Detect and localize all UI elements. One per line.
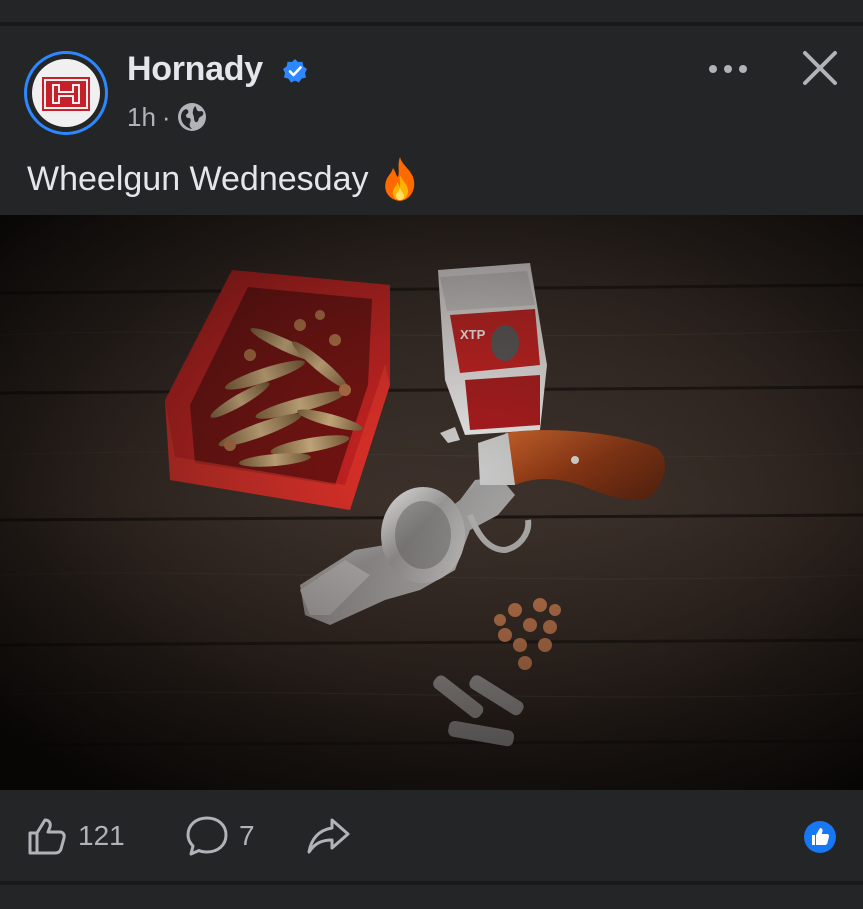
like-icon bbox=[28, 818, 66, 855]
like-reaction-icon[interactable] bbox=[803, 820, 837, 854]
avatar[interactable] bbox=[24, 51, 108, 135]
post-meta: 1h · bbox=[127, 100, 207, 134]
post-actions: 121 7 bbox=[0, 810, 863, 866]
post-text: Wheelgun Wednesday bbox=[27, 155, 420, 203]
more-options-icon[interactable] bbox=[705, 58, 751, 80]
post-timestamp[interactable]: 1h bbox=[127, 102, 156, 133]
hornady-logo bbox=[32, 59, 100, 127]
comment-button[interactable]: 7 bbox=[185, 815, 255, 857]
share-button[interactable] bbox=[306, 816, 350, 856]
post-photo[interactable]: XTP bbox=[0, 215, 863, 790]
author-name[interactable]: Hornady bbox=[127, 50, 263, 89]
close-icon[interactable] bbox=[800, 48, 840, 88]
globe-icon bbox=[177, 103, 206, 131]
verified-badge-icon bbox=[283, 59, 307, 83]
like-count: 121 bbox=[78, 820, 125, 851]
share-icon bbox=[307, 818, 350, 854]
post-caption: Wheelgun Wednesday bbox=[27, 159, 369, 198]
fire-icon bbox=[385, 157, 415, 201]
previous-post-edge bbox=[0, 0, 863, 22]
hornady-logo-icon bbox=[42, 77, 90, 111]
comment-count: 7 bbox=[239, 820, 255, 851]
like-button[interactable]: 121 bbox=[26, 815, 125, 857]
next-post-edge bbox=[0, 885, 863, 909]
meta-separator: · bbox=[161, 101, 171, 132]
comment-icon bbox=[186, 816, 228, 856]
